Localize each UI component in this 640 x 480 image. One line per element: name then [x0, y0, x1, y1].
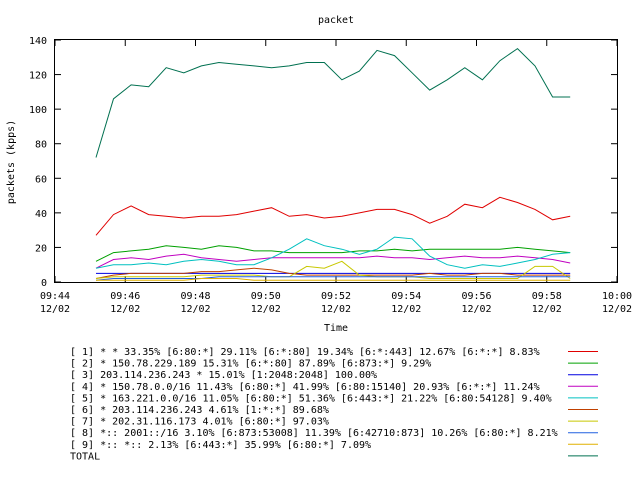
plot-area-border	[54, 39, 618, 283]
series-line-10	[95, 47, 571, 158]
series-line-2	[95, 245, 571, 262]
y-axis-label: packets (kpps)	[6, 120, 17, 204]
x-tick-date-label: 12/02	[321, 304, 351, 315]
legend-entry-label: [ 3] 203.114.236.243 * 15.01% [1:2048:20…	[70, 370, 377, 381]
chart-title: packet	[318, 15, 354, 26]
legend-entry-label: [ 7] * 202.31.116.173 4.01% [6:80:*] 97.…	[70, 417, 329, 428]
y-tick-label: 80	[35, 140, 47, 151]
x-tick-time-label: 10:00	[602, 291, 632, 302]
x-tick-date-label: 12/02	[251, 304, 281, 315]
x-tick-time-label: 09:50	[251, 291, 281, 302]
legend-entry-label: [ 9] *:: *:: 2.13% [6:443:*] 35.99% [6:8…	[70, 440, 371, 451]
x-tick-time-label: 09:56	[461, 291, 491, 302]
x-tick-time-label: 09:52	[321, 291, 351, 302]
series-line-1	[95, 196, 571, 236]
x-tick-time-label: 09:46	[110, 291, 140, 302]
packet-line-chart: packet packets (kpps) Time 0 20 40 60 80 100 1…	[6, 15, 632, 462]
y-tick-label: 140	[29, 36, 47, 47]
x-tick-date-label: 12/02	[180, 304, 210, 315]
chart-root: packet packets (kpps) Time 0 20 40 60 80 100 1…	[0, 0, 640, 480]
legend-group: [ 1] * * 33.35% [6:80:*] 29.11% [6:*:80]…	[70, 347, 598, 462]
x-tick-date-label: 12/02	[532, 304, 562, 315]
x-tick-date-label: 12/02	[391, 304, 421, 315]
x-tick-time-label: 09:44	[40, 291, 70, 302]
y-tick-label: 40	[35, 209, 47, 220]
y-tick-label: 0	[41, 278, 47, 289]
y-tick-label: 20	[35, 243, 47, 254]
legend-entry-label: [ 6] * 203.114.236.243 4.61% [1:*:*] 89.…	[70, 405, 329, 416]
x-tick-time-label: 09:58	[532, 291, 562, 302]
legend-entry-label: [ 5] * 163.221.0.0/16 11.05% [6:80:*] 51…	[70, 393, 552, 404]
y-tick-label: 60	[35, 174, 47, 185]
y-tick-label: 120	[29, 71, 47, 82]
legend-entry-label: [ 4] * 150.78.0.0/16 11.43% [6:80:*] 41.…	[70, 382, 540, 393]
series-group	[95, 47, 571, 281]
x-tick-time-label: 09:54	[391, 291, 421, 302]
x-tick-date-label: 12/02	[110, 304, 140, 315]
x-tick-date-label: 12/02	[461, 304, 491, 315]
x-tick-date-label: 12/02	[602, 304, 632, 315]
legend-entry-label: TOTAL	[70, 451, 100, 462]
x-tick-date-label: 12/02	[40, 304, 70, 315]
legend-entry-label: [ 2] * 150.78.229.189 15.31% [6:*:80] 87…	[70, 359, 431, 370]
legend-entry-label: [ 1] * * 33.35% [6:80:*] 29.11% [6:*:80]…	[70, 347, 540, 358]
x-axis-label: Time	[324, 323, 348, 334]
y-tick-label: 100	[29, 105, 47, 116]
legend-entry-label: [ 8] *:: 2001::/16 3.10% [6:873:53008] 1…	[70, 428, 558, 439]
x-tick-time-label: 09:48	[180, 291, 210, 302]
series-line-7	[95, 260, 571, 279]
